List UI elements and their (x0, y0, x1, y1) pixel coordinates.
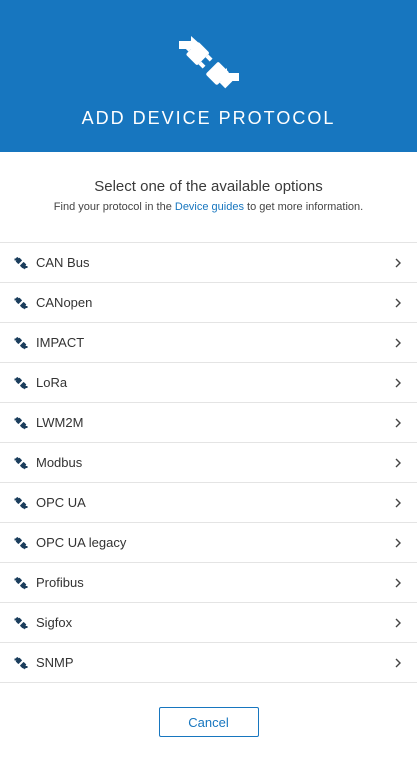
plug-icon (14, 296, 28, 310)
plug-icon (14, 416, 28, 430)
plug-icon (14, 376, 28, 390)
intro-sub-before: Find your protocol in the (53, 201, 175, 213)
plug-icon (14, 616, 28, 630)
protocol-label: IMPACT (36, 335, 85, 350)
chevron-right-icon (394, 336, 402, 348)
protocol-item-opc-ua-legacy[interactable]: OPC UA legacy (0, 523, 417, 563)
chevron-right-icon (394, 376, 402, 388)
plug-icon (14, 656, 28, 670)
plug-icon (14, 336, 28, 350)
dialog-header: ADD DEVICE PROTOCOL (0, 0, 417, 152)
chevron-right-icon (394, 256, 402, 268)
intro-subtitle: Find your protocol in the Device guides … (0, 201, 417, 214)
chevron-right-icon (394, 456, 402, 468)
protocol-label: CANopen (36, 295, 93, 310)
chevron-right-icon (394, 496, 402, 508)
dialog-footer: Cancel (0, 683, 417, 737)
protocol-label: OPC UA legacy (36, 535, 127, 550)
protocol-label: SNMP (36, 655, 74, 670)
device-guides-link[interactable]: Device guides (175, 201, 244, 213)
chevron-right-icon (394, 536, 402, 548)
protocol-item-snmp[interactable]: SNMP (0, 643, 417, 683)
protocol-item-profibus[interactable]: Profibus (0, 563, 417, 603)
protocol-item-impact[interactable]: IMPACT (0, 323, 417, 363)
chevron-right-icon (394, 296, 402, 308)
intro-sub-after: to get more information. (243, 201, 364, 213)
protocol-label: OPC UA (36, 495, 86, 510)
protocol-item-modbus[interactable]: Modbus (0, 443, 417, 483)
protocol-item-opc-ua[interactable]: OPC UA (0, 483, 417, 523)
cancel-button[interactable]: Cancel (158, 707, 259, 737)
plug-icon (14, 496, 28, 510)
protocol-label: Modbus (36, 455, 83, 470)
dialog-title: ADD DEVICE PROTOCOL (81, 108, 336, 128)
protocol-label: Sigfox (36, 615, 73, 630)
plug-connection-icon (179, 36, 239, 89)
plug-icon (14, 576, 28, 590)
intro-title: Select one of the available options (94, 178, 323, 195)
protocol-label: LWM2M (36, 415, 84, 430)
chevron-right-icon (394, 416, 402, 428)
protocol-item-lwm2m[interactable]: LWM2M (0, 403, 417, 443)
protocol-item-lora[interactable]: LoRa (0, 363, 417, 403)
protocol-item-sigfox[interactable]: Sigfox (0, 603, 417, 643)
protocol-label: Profibus (36, 575, 84, 590)
chevron-right-icon (394, 576, 402, 588)
chevron-right-icon (394, 656, 402, 668)
intro-section: Select one of the available options Find… (0, 152, 417, 214)
plug-icon (14, 536, 28, 550)
protocol-list: CAN Bus CANopen IMPACT LoRa LWM2M Modbus OPC U… (0, 242, 417, 683)
protocol-label: CAN Bus (36, 255, 90, 270)
plug-icon (14, 256, 28, 270)
protocol-label: LoRa (36, 375, 68, 390)
protocol-item-can-bus[interactable]: CAN Bus (0, 243, 417, 283)
protocol-item-canopen[interactable]: CANopen (0, 283, 417, 323)
chevron-right-icon (394, 616, 402, 628)
plug-icon (14, 456, 28, 470)
